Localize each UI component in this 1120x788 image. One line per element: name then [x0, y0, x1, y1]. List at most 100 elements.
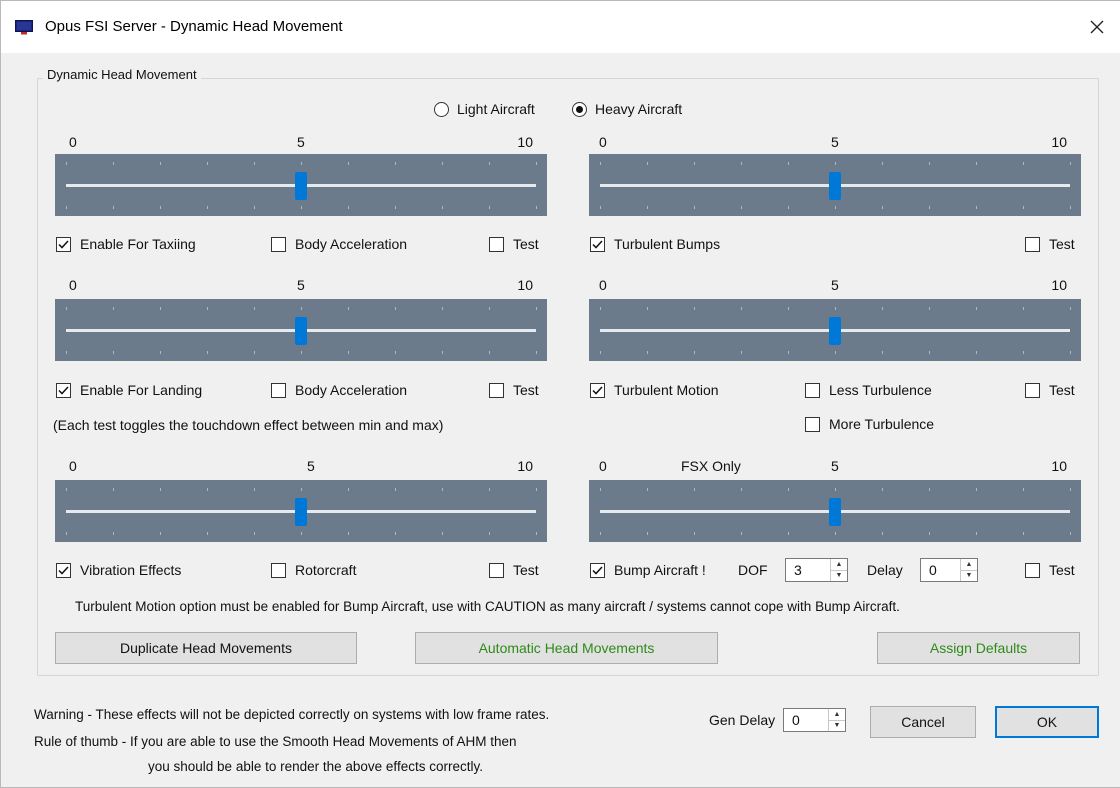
slider-tick [395, 162, 396, 165]
slider-thumb[interactable] [295, 498, 307, 526]
test-landing-checkbox[interactable]: Test [489, 382, 539, 398]
light-aircraft-radio[interactable]: Light Aircraft [434, 101, 535, 117]
checkbox-box [271, 236, 286, 252]
rotorcraft-checkbox[interactable]: Rotorcraft [271, 562, 356, 578]
scale-mid: 5 [297, 134, 305, 150]
turbulent-bumps-checkbox[interactable]: Turbulent Bumps [590, 236, 720, 252]
enable-taxiing-checkbox[interactable]: Enable For Taxiing [56, 236, 196, 252]
scale-min: 0 [69, 458, 77, 474]
spin-up-icon[interactable]: ▲ [961, 559, 977, 571]
slider-tick [1023, 307, 1024, 310]
slider-tick [788, 162, 789, 165]
assign-defaults-button[interactable]: Assign Defaults [877, 632, 1080, 664]
slider-tick [976, 532, 977, 535]
slider-tick [489, 488, 490, 491]
slider-tick [207, 162, 208, 165]
bump-aircraft-checkbox[interactable]: Bump Aircraft ! [590, 562, 706, 578]
spin-up-icon[interactable]: ▲ [831, 559, 847, 571]
slider-tick [395, 206, 396, 209]
slider-tick [1023, 488, 1024, 491]
slider-tick [788, 488, 789, 491]
ok-button[interactable]: OK [995, 706, 1099, 738]
slider-tick [600, 532, 601, 535]
slider-tick [694, 307, 695, 310]
more-turbulence-checkbox[interactable]: More Turbulence [805, 416, 934, 432]
test-motion-checkbox[interactable]: Test [1025, 382, 1075, 398]
checkmark-icon [58, 385, 69, 395]
slider-tick [160, 162, 161, 165]
slider-tick [489, 162, 490, 165]
dialog-window: Opus FSI Server - Dynamic Head Movement … [0, 0, 1120, 788]
slider-tick [536, 206, 537, 209]
slider-tick [348, 488, 349, 491]
spin-down-icon[interactable]: ▼ [829, 721, 845, 732]
slider-tick [882, 488, 883, 491]
slider-tick [976, 351, 977, 354]
slider-tick [1070, 307, 1071, 310]
test-bumps-checkbox[interactable]: Test [1025, 236, 1075, 252]
test-taxi-checkbox[interactable]: Test [489, 236, 539, 252]
slider-thumb[interactable] [829, 498, 841, 526]
slider-tick [694, 532, 695, 535]
delay-spinner[interactable]: 0 ▲ ▼ [920, 558, 978, 582]
close-button[interactable] [1074, 1, 1120, 53]
slider-tick [348, 206, 349, 209]
bump-aircraft-slider[interactable] [589, 480, 1081, 542]
slider-tick [976, 162, 977, 165]
vibration-effects-checkbox[interactable]: Vibration Effects [56, 562, 181, 578]
heavy-aircraft-radio[interactable]: Heavy Aircraft [572, 101, 682, 117]
spin-down-icon[interactable]: ▼ [961, 571, 977, 582]
slider-tick [1070, 488, 1071, 491]
gen-delay-label: Gen Delay [709, 712, 776, 728]
slider-tick [835, 162, 836, 165]
checkmark-icon [58, 239, 69, 249]
slider-tick [395, 307, 396, 310]
body-acceleration-checkbox[interactable]: Body Acceleration [271, 236, 407, 252]
landing-slider[interactable] [55, 299, 547, 361]
delay-label: Delay [867, 562, 903, 578]
title-bar: Opus FSI Server - Dynamic Head Movement [1, 1, 1120, 53]
scale-max: 10 [1051, 134, 1067, 150]
checkbox-box [489, 382, 504, 398]
spin-up-icon[interactable]: ▲ [829, 709, 845, 721]
cancel-button[interactable]: Cancel [870, 706, 976, 738]
test-label: Test [1049, 382, 1075, 398]
slider-tick [207, 307, 208, 310]
turbulent-bumps-slider[interactable] [589, 154, 1081, 216]
slider-tick [788, 532, 789, 535]
test-vibration-checkbox[interactable]: Test [489, 562, 539, 578]
scale-max: 10 [1051, 458, 1067, 474]
automatic-head-movements-button[interactable]: Automatic Head Movements [415, 632, 718, 664]
less-turbulence-checkbox[interactable]: Less Turbulence [805, 382, 932, 398]
turbulent-motion-slider[interactable] [589, 299, 1081, 361]
slider-tick [1070, 532, 1071, 535]
spin-down-icon[interactable]: ▼ [831, 571, 847, 582]
checkbox-box [590, 562, 605, 578]
slider-tick [600, 351, 601, 354]
slider-scale: 0 5 10 [55, 458, 547, 476]
slider-tick [207, 488, 208, 491]
slider-tick [647, 162, 648, 165]
scale-mid: 5 [831, 277, 839, 293]
vibration-slider[interactable] [55, 480, 547, 542]
slider-thumb[interactable] [829, 317, 841, 345]
checkbox-box [590, 382, 605, 398]
test-bump-checkbox[interactable]: Test [1025, 562, 1075, 578]
gen-delay-spinner[interactable]: 0 ▲ ▼ [783, 708, 846, 732]
dof-value: 3 [794, 562, 802, 578]
slider-thumb[interactable] [829, 172, 841, 200]
dof-spinner[interactable]: 3 ▲ ▼ [785, 558, 848, 582]
slider-thumb[interactable] [295, 172, 307, 200]
window-title: Opus FSI Server - Dynamic Head Movement [45, 18, 343, 35]
slider-tick [66, 162, 67, 165]
taxi-slider[interactable] [55, 154, 547, 216]
slider-tick [160, 532, 161, 535]
duplicate-head-movements-button[interactable]: Duplicate Head Movements [55, 632, 357, 664]
slider-tick [254, 206, 255, 209]
enable-landing-checkbox[interactable]: Enable For Landing [56, 382, 202, 398]
turbulent-motion-checkbox[interactable]: Turbulent Motion [590, 382, 719, 398]
slider-tick [160, 488, 161, 491]
slider-thumb[interactable] [295, 317, 307, 345]
body-acceleration-checkbox[interactable]: Body Acceleration [271, 382, 407, 398]
slider-tick [113, 532, 114, 535]
